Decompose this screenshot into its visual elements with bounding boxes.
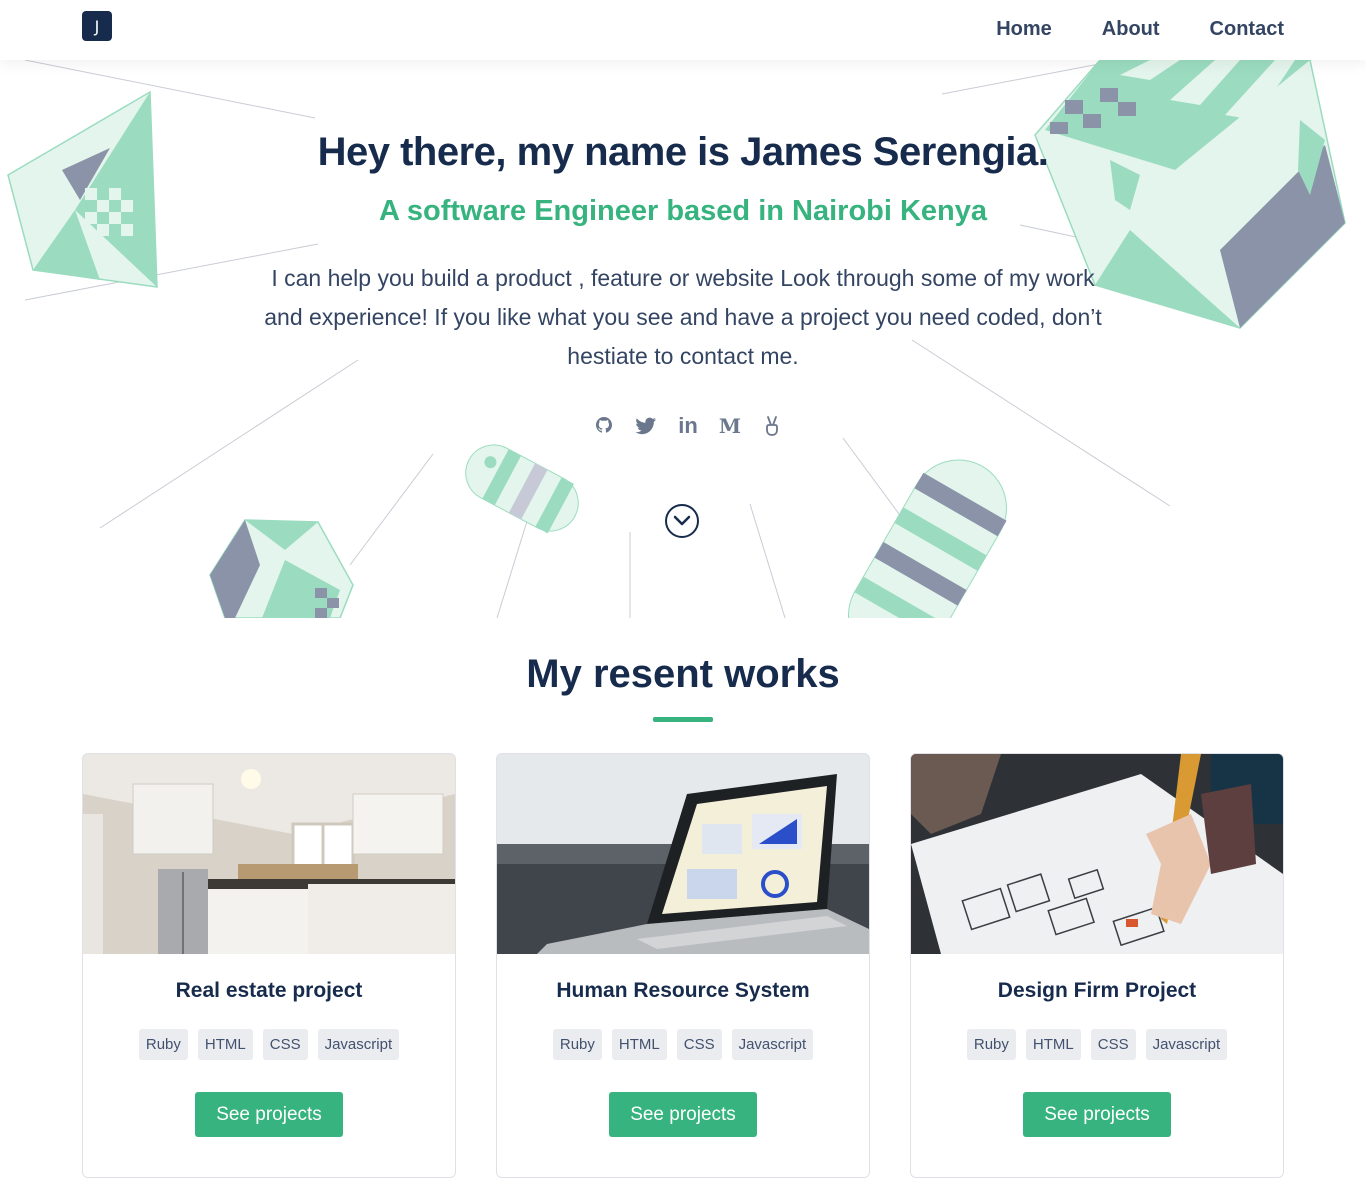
hero-section: Hey there, my name is James Serengia. A … (0, 60, 1366, 618)
tag-ruby: Ruby (138, 1029, 188, 1060)
linkedin-icon[interactable]: in (674, 412, 702, 440)
tag-html: HTML (197, 1029, 253, 1060)
tech-tags: Ruby HTML CSS Javascript (911, 1029, 1283, 1060)
medium-icon[interactable]: M (716, 412, 744, 440)
see-projects-button[interactable]: See projects (1023, 1092, 1171, 1137)
see-projects-button[interactable]: See projects (609, 1092, 757, 1137)
tag-javascript: Javascript (317, 1029, 400, 1060)
medium-glyph: M (718, 414, 742, 438)
social-links: in M (590, 412, 786, 440)
wireframe-sketch-photo (911, 754, 1283, 954)
card-title: Real estate project (175, 979, 363, 1002)
hero-title: Hey there, my name is James Serengia. (317, 130, 1049, 174)
nav-home-link[interactable]: Home (996, 18, 1052, 41)
tag-html: HTML (1025, 1029, 1081, 1060)
tag-ruby: Ruby (966, 1029, 1016, 1060)
tech-tags: Ruby HTML CSS Javascript (497, 1029, 869, 1060)
top-navbar: J Home About Contact (0, 0, 1366, 60)
tag-ruby: Ruby (552, 1029, 602, 1060)
scroll-down-button[interactable] (665, 504, 699, 538)
card-title: Human Resource System (556, 979, 810, 1002)
tag-javascript: Javascript (731, 1029, 814, 1060)
kitchen-photo (83, 754, 455, 954)
title-underline (653, 717, 713, 722)
nav-about-link[interactable]: About (1102, 18, 1160, 41)
linkedin-glyph: in (678, 413, 698, 438)
nav-links: Home About Contact (996, 18, 1284, 41)
card-title: Design Firm Project (997, 979, 1197, 1002)
laptop-photo (497, 754, 869, 954)
see-projects-button[interactable]: See projects (195, 1092, 343, 1137)
tag-html: HTML (611, 1029, 667, 1060)
hero-subtitle: A software Engineer based in Nairobi Ken… (378, 195, 988, 227)
project-card-real-estate: Real estate project Ruby HTML CSS Javasc… (82, 753, 456, 1178)
works-title: My resent works (526, 652, 840, 696)
hero-description: I can help you build a product , feature… (264, 265, 1102, 369)
tag-css: CSS (1090, 1029, 1136, 1060)
twitter-icon[interactable] (632, 412, 660, 440)
tag-css: CSS (676, 1029, 722, 1060)
chevron-down-icon (673, 515, 691, 526)
tag-javascript: Javascript (1145, 1029, 1228, 1060)
tech-tags: Ruby HTML CSS Javascript (83, 1029, 455, 1060)
project-card-design-firm: Design Firm Project Ruby HTML CSS Javasc… (910, 753, 1284, 1178)
tag-css: CSS (262, 1029, 308, 1060)
github-icon[interactable] (590, 412, 618, 440)
angellist-icon[interactable] (758, 412, 786, 440)
project-card-hr-system: Human Resource System Ruby HTML CSS Java… (496, 753, 870, 1178)
nav-contact-link[interactable]: Contact (1210, 18, 1284, 41)
logo[interactable]: J (82, 11, 112, 41)
